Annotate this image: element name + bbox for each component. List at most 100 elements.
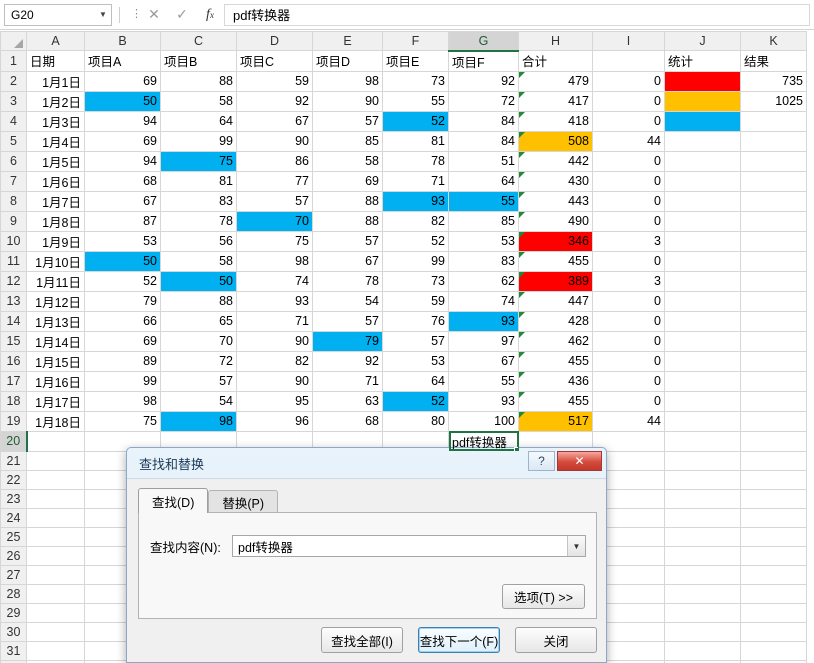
cell-d2[interactable]: 59 [236, 70, 313, 92]
cell-k19[interactable] [740, 410, 807, 432]
cell-header-I1[interactable] [592, 50, 665, 72]
cell-h14[interactable]: 428 [518, 310, 593, 332]
cell-d18[interactable]: 95 [236, 390, 313, 412]
cell-g7[interactable]: 64 [448, 170, 519, 192]
cell-e10[interactable]: 57 [312, 230, 383, 252]
cell-a12[interactable]: 1月11日 [26, 270, 85, 292]
cell-j27[interactable] [664, 564, 741, 585]
cell-a17[interactable]: 1月16日 [26, 370, 85, 392]
cell-k7[interactable] [740, 170, 807, 192]
row-header-16[interactable]: 16 [0, 350, 27, 372]
tab-replace[interactable]: 替换(P) [208, 490, 279, 513]
cell-a2[interactable]: 1月1日 [26, 70, 85, 92]
cell-h8[interactable]: 443 [518, 190, 593, 212]
row-header-15[interactable]: 15 [0, 330, 27, 352]
cell-a6[interactable]: 1月5日 [26, 150, 85, 172]
close-button[interactable]: 关闭 [515, 627, 597, 653]
chevron-down-icon[interactable]: ▼ [95, 5, 111, 25]
cell-k12[interactable] [740, 270, 807, 292]
cell-k13[interactable] [740, 290, 807, 312]
row-header-1[interactable]: 1 [0, 50, 27, 72]
cell-k31[interactable] [740, 640, 807, 661]
cell-g20[interactable]: pdf转换器 [448, 430, 519, 452]
cell-f6[interactable]: 78 [382, 150, 449, 172]
cell-e14[interactable]: 57 [312, 310, 383, 332]
row-header-6[interactable]: 6 [0, 150, 27, 172]
cell-f5[interactable]: 81 [382, 130, 449, 152]
cell-e7[interactable]: 69 [312, 170, 383, 192]
cell-e3[interactable]: 90 [312, 90, 383, 112]
cell-f16[interactable]: 53 [382, 350, 449, 372]
cell-i5[interactable]: 44 [592, 130, 665, 152]
column-header-i[interactable]: I [592, 31, 665, 51]
cell-j4[interactable] [664, 110, 741, 132]
cell-j22[interactable] [664, 469, 741, 490]
cell-a25[interactable] [26, 526, 85, 547]
cell-c6[interactable]: 75 [160, 150, 237, 172]
cell-b10[interactable]: 53 [84, 230, 161, 252]
cell-k26[interactable] [740, 545, 807, 566]
cell-c7[interactable]: 81 [160, 170, 237, 192]
cell-d13[interactable]: 93 [236, 290, 313, 312]
column-header-a[interactable]: A [26, 31, 85, 51]
column-header-b[interactable]: B [84, 31, 161, 51]
cell-a22[interactable] [26, 469, 85, 490]
cell-d16[interactable]: 82 [236, 350, 313, 372]
cell-a19[interactable]: 1月18日 [26, 410, 85, 432]
cell-header-C1[interactable]: 项目B [160, 50, 237, 72]
cell-f7[interactable]: 71 [382, 170, 449, 192]
row-header-4[interactable]: 4 [0, 110, 27, 132]
cell-header-H1[interactable]: 合计 [518, 50, 593, 72]
column-header-j[interactable]: J [664, 31, 741, 51]
cell-a15[interactable]: 1月14日 [26, 330, 85, 352]
cell-b19[interactable]: 75 [84, 410, 161, 432]
column-header-h[interactable]: H [518, 31, 593, 51]
cell-d11[interactable]: 98 [236, 250, 313, 272]
cell-i8[interactable]: 0 [592, 190, 665, 212]
cell-k16[interactable] [740, 350, 807, 372]
row-header-19[interactable]: 19 [0, 410, 27, 432]
cell-b14[interactable]: 66 [84, 310, 161, 332]
cell-k2[interactable]: 735 [740, 70, 807, 92]
chevron-down-icon[interactable]: ▼ [567, 536, 585, 556]
cell-j23[interactable] [664, 488, 741, 509]
cell-i15[interactable]: 0 [592, 330, 665, 352]
cell-b17[interactable]: 99 [84, 370, 161, 392]
cell-b15[interactable]: 69 [84, 330, 161, 352]
cell-a29[interactable] [26, 602, 85, 623]
cell-g13[interactable]: 74 [448, 290, 519, 312]
cell-j25[interactable] [664, 526, 741, 547]
cell-c8[interactable]: 83 [160, 190, 237, 212]
row-header-7[interactable]: 7 [0, 170, 27, 192]
close-icon[interactable]: ✕ [557, 451, 602, 471]
cell-h17[interactable]: 436 [518, 370, 593, 392]
row-header-10[interactable]: 10 [0, 230, 27, 252]
cell-j24[interactable] [664, 507, 741, 528]
cell-d7[interactable]: 77 [236, 170, 313, 192]
cell-j12[interactable] [664, 270, 741, 292]
find-next-button[interactable]: 查找下一个(F) [418, 627, 500, 653]
cell-h2[interactable]: 479 [518, 70, 593, 92]
cell-a31[interactable] [26, 640, 85, 661]
cell-e8[interactable]: 88 [312, 190, 383, 212]
cell-j19[interactable] [664, 410, 741, 432]
cell-k14[interactable] [740, 310, 807, 332]
cell-b5[interactable]: 69 [84, 130, 161, 152]
close-icon[interactable]: ✕ [140, 4, 168, 26]
row-header-26[interactable]: 26 [0, 545, 27, 566]
cell-f10[interactable]: 52 [382, 230, 449, 252]
column-header-g[interactable]: G [448, 31, 519, 52]
cell-e5[interactable]: 85 [312, 130, 383, 152]
cell-h4[interactable]: 418 [518, 110, 593, 132]
formula-bar-overflow-icon[interactable]: ⋮ [131, 9, 142, 20]
column-header-d[interactable]: D [236, 31, 313, 51]
cell-j6[interactable] [664, 150, 741, 172]
row-header-28[interactable]: 28 [0, 583, 27, 604]
cell-b12[interactable]: 52 [84, 270, 161, 292]
row-header-2[interactable]: 2 [0, 70, 27, 92]
cell-header-J1[interactable]: 统计 [664, 50, 741, 72]
row-header-17[interactable]: 17 [0, 370, 27, 392]
cell-a26[interactable] [26, 545, 85, 566]
cell-g15[interactable]: 97 [448, 330, 519, 352]
cell-j17[interactable] [664, 370, 741, 392]
